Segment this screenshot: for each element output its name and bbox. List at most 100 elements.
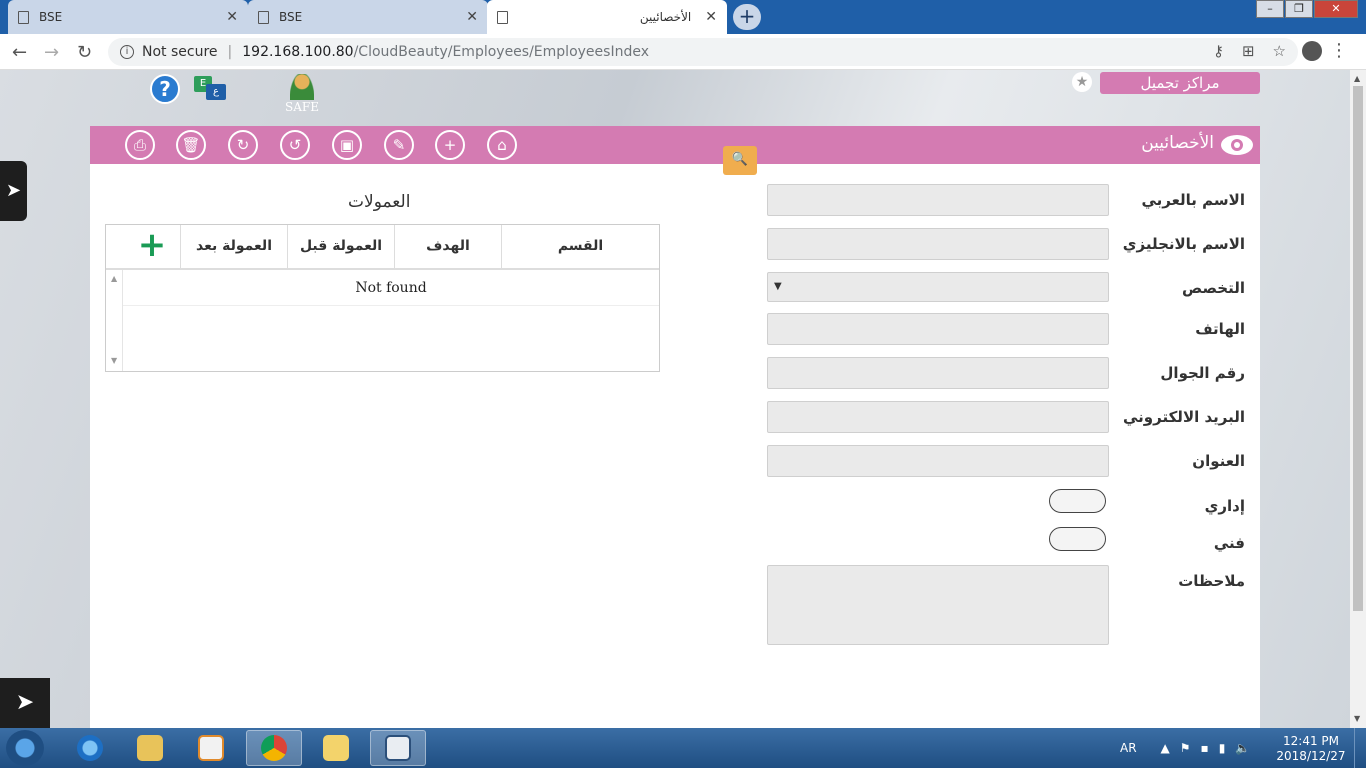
document-icon [18, 10, 29, 24]
side-panel-toggle-bottom[interactable]: ➤ [0, 678, 50, 728]
address-label: العنوان [1192, 452, 1245, 470]
grid-scrollbar[interactable]: ▲ ▼ [106, 270, 123, 371]
network-icon[interactable]: ▮ [1219, 741, 1226, 755]
side-panel-toggle[interactable]: ➤ [0, 161, 27, 221]
help-icon[interactable]: ? [150, 74, 180, 104]
back-icon[interactable]: ← [12, 42, 27, 63]
document-icon [497, 10, 508, 24]
media-player-icon [198, 735, 224, 761]
col-commission-before[interactable]: العمولة قبل [287, 225, 394, 268]
col-target[interactable]: الهدف [394, 225, 501, 268]
page-scrollbar[interactable]: ▲ ▼ [1350, 70, 1366, 728]
close-icon[interactable]: ✕ [466, 9, 478, 25]
menu-icon[interactable]: ⋮ [1330, 40, 1348, 61]
key-icon[interactable]: ⚷ [1213, 42, 1224, 60]
admin-toggle[interactable] [1049, 489, 1106, 513]
window-close-button[interactable]: ✕ [1314, 0, 1358, 18]
scroll-down-icon[interactable]: ▼ [1354, 714, 1360, 723]
device-icon[interactable]: ▪ [1201, 741, 1209, 755]
dropdown-arrow-icon: ▼ [774, 281, 782, 292]
undo-button[interactable]: ↺ [280, 130, 310, 160]
refresh-button[interactable]: ↻ [228, 130, 258, 160]
windows-taskbar: AR ▲ ⚑ ▪ ▮ 🔈 12:41 PM 2018/12/27 [0, 728, 1366, 768]
scroll-up-icon[interactable]: ▲ [1354, 74, 1360, 83]
header-icons: ? E ع [150, 74, 228, 104]
favorite-star-icon[interactable]: ★ [1072, 72, 1092, 92]
system-tray: AR ▲ ⚑ ▪ ▮ 🔈 [1120, 728, 1250, 768]
safe-user-icon[interactable]: SAFE [284, 74, 320, 114]
commissions-title: العمولات [348, 192, 411, 212]
volume-icon[interactable]: 🔈 [1235, 741, 1250, 755]
name-ar-field[interactable] [767, 184, 1109, 216]
mail-icon [323, 735, 349, 761]
mobile-label: رقم الجوال [1160, 364, 1245, 382]
specialty-label: التخصص [1182, 279, 1245, 297]
security-label: Not secure [142, 44, 218, 60]
browser-tab-3[interactable]: الأخصائيين ✕ [487, 0, 727, 34]
lang-ar-badge: ع [206, 84, 226, 100]
new-tab-button[interactable]: + [733, 4, 761, 30]
taskbar-chrome[interactable] [246, 730, 302, 766]
add-row-button[interactable]: + [124, 225, 180, 268]
browser-tab-1[interactable]: BSE ✕ [8, 0, 248, 34]
employees-panel: ⎙ 🗑 ↻ ↺ ▣ ✎ + ⌂ الأخصائيين الاسم بالعربي… [90, 126, 1260, 728]
save-button[interactable]: ▣ [332, 130, 362, 160]
home-button[interactable]: ⌂ [487, 130, 517, 160]
close-icon[interactable]: ✕ [705, 9, 717, 25]
taskbar-clock[interactable]: 12:41 PM 2018/12/27 [1276, 734, 1346, 764]
input-language[interactable]: AR [1120, 741, 1137, 755]
flag-icon[interactable]: ⚑ [1180, 741, 1191, 755]
tab-title: BSE [279, 10, 303, 24]
address-bar: ← → ↻ i Not secure | 192.168.100.80 /Clo… [0, 34, 1366, 70]
tech-toggle[interactable] [1049, 527, 1106, 551]
print-button[interactable]: ⎙ [125, 130, 155, 160]
phone-field[interactable] [767, 313, 1109, 345]
account-icon[interactable] [1302, 41, 1322, 61]
user-figure-icon [290, 74, 314, 100]
taskbar-media[interactable] [183, 730, 239, 766]
address-field[interactable] [767, 445, 1109, 477]
add-button[interactable]: + [435, 130, 465, 160]
specialty-select[interactable]: ▼ [767, 272, 1109, 302]
taskbar-explorer[interactable] [122, 730, 178, 766]
taskbar-outlook[interactable] [308, 730, 364, 766]
empty-message: Not found [123, 270, 659, 306]
bookmark-star-icon[interactable]: ☆ [1273, 42, 1286, 60]
close-icon[interactable]: ✕ [226, 9, 238, 25]
folder-icon [137, 735, 163, 761]
scroll-up-icon[interactable]: ▲ [111, 274, 117, 283]
col-commission-after[interactable]: العمولة بعد [180, 225, 287, 268]
page-viewport: ➤ ➤ ? E ع SAFE ★ مراكز تجميل ⎙ 🗑 ↻ ↺ ▣ ✎… [0, 70, 1350, 728]
tray-expand-icon[interactable]: ▲ [1161, 741, 1170, 755]
taskbar-app[interactable] [370, 730, 426, 766]
url-field[interactable]: i Not secure | 192.168.100.80 /CloudBeau… [108, 38, 1298, 66]
chrome-icon [261, 735, 287, 761]
forward-icon[interactable]: → [44, 42, 59, 63]
safe-label: SAFE [285, 100, 319, 114]
search-button[interactable]: 🔍 [723, 146, 757, 175]
name-en-field[interactable] [767, 228, 1109, 260]
name-ar-label: الاسم بالعربي [1141, 191, 1245, 209]
info-icon[interactable]: i [120, 45, 134, 59]
email-field[interactable] [767, 401, 1109, 433]
notes-field[interactable] [767, 565, 1109, 645]
restore-button[interactable]: ❐ [1285, 0, 1313, 18]
window-app-icon [385, 735, 411, 761]
translate-icon[interactable]: ⊞ [1242, 42, 1255, 60]
show-desktop-button[interactable] [1354, 728, 1366, 768]
grid-header: + العمولة بعد العمولة قبل الهدف القسم [106, 225, 659, 270]
reload-icon[interactable]: ↻ [77, 42, 92, 63]
mobile-field[interactable] [767, 357, 1109, 389]
minimize-button[interactable]: – [1256, 0, 1284, 18]
admin-label: إداري [1204, 497, 1245, 515]
clock-date: 2018/12/27 [1276, 749, 1346, 763]
start-button[interactable] [6, 730, 44, 766]
scroll-down-icon[interactable]: ▼ [111, 356, 117, 365]
edit-button[interactable]: ✎ [384, 130, 414, 160]
scroll-thumb[interactable] [1353, 86, 1363, 611]
col-department[interactable]: القسم [501, 225, 659, 268]
taskbar-ie[interactable] [62, 730, 118, 766]
language-icon[interactable]: E ع [192, 74, 228, 102]
browser-tab-2[interactable]: BSE ✕ [248, 0, 488, 34]
delete-button[interactable]: 🗑 [176, 130, 206, 160]
